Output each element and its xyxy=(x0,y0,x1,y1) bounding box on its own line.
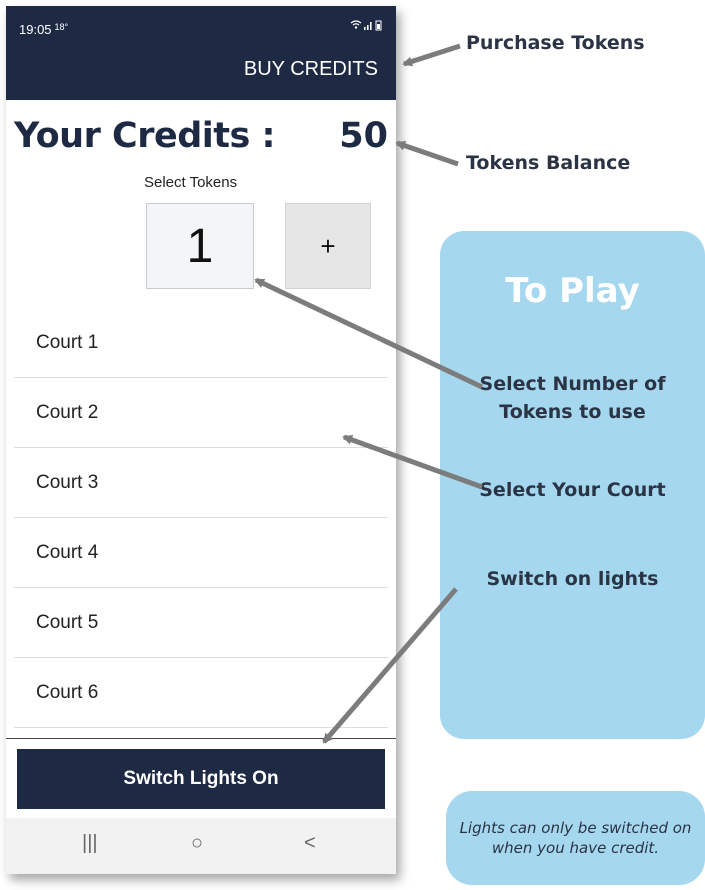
court-arrow xyxy=(342,434,483,490)
balance-arrow xyxy=(395,140,459,167)
annotation-arrows xyxy=(254,43,484,744)
purchase-arrow xyxy=(402,43,461,67)
tokens-arrow xyxy=(254,277,484,390)
lights-arrow xyxy=(322,587,458,744)
